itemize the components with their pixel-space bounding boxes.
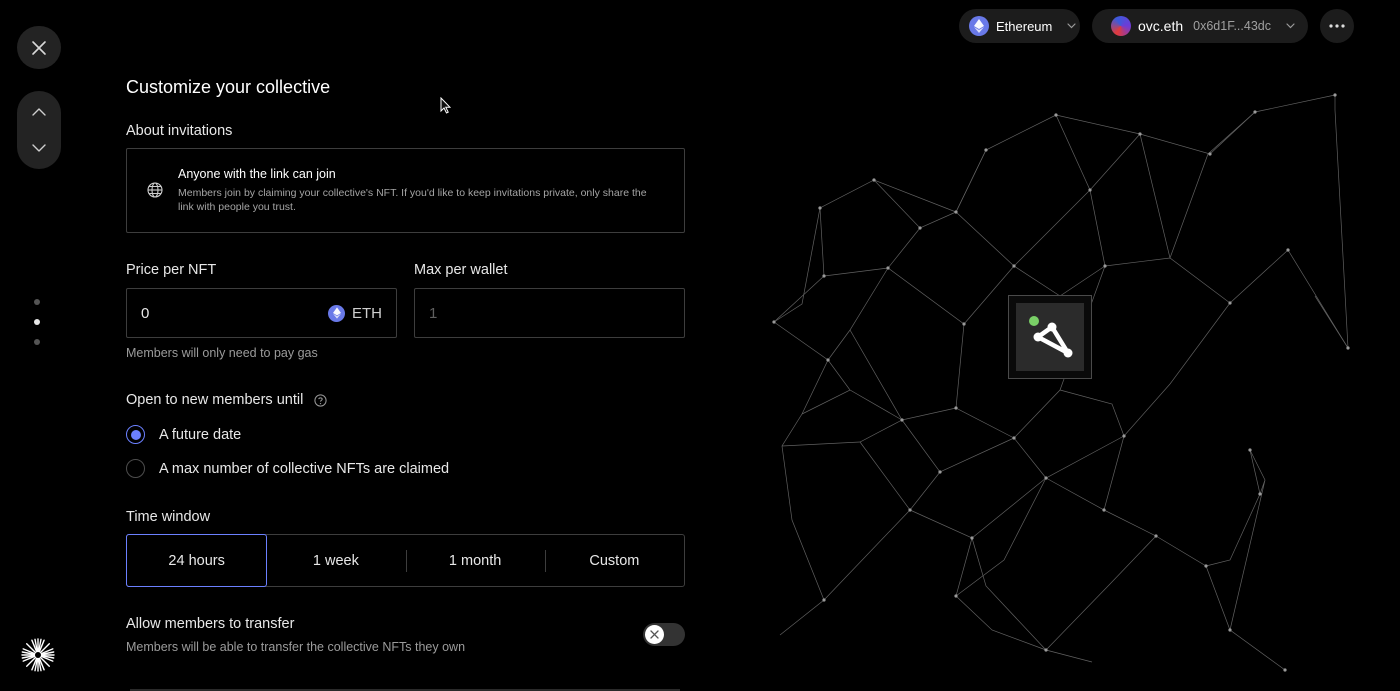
transfer-toggle[interactable] (643, 623, 685, 646)
radio-label: A future date (159, 426, 242, 443)
transfer-description: Members will be able to transfer the col… (126, 640, 466, 654)
step-navigation (17, 91, 61, 169)
radio-label: A max number of collective NFTs are clai… (159, 460, 450, 477)
step-down-button[interactable] (30, 139, 48, 157)
step-indicator (34, 299, 40, 345)
chevron-up-icon (32, 108, 46, 116)
invitation-description: Members join by claiming your collective… (178, 187, 647, 213)
chevron-down-icon (1286, 23, 1295, 29)
collective-logo-mark (1016, 303, 1084, 371)
radio-max-nfts[interactable]: A max number of collective NFTs are clai… (126, 459, 449, 478)
currency-suffix: ETH (328, 304, 382, 322)
network-label: Ethereum (996, 18, 1053, 34)
price-input[interactable]: 0 ETH (126, 288, 397, 338)
avatar (1111, 16, 1131, 36)
invitations-label: About invitations (126, 123, 233, 139)
mouse-cursor-icon (440, 97, 451, 114)
network-illustration (772, 93, 1350, 672)
more-button[interactable] (1320, 9, 1354, 43)
radio-button[interactable] (126, 459, 145, 478)
open-until-label-text: Open to new members until (126, 392, 304, 408)
max-per-wallet-input[interactable]: 1 (414, 288, 685, 338)
account-name: ovc.eth (1138, 18, 1184, 34)
account-address: 0x6d1F...43dc (1193, 19, 1271, 33)
time-window-option-1-month[interactable]: 1 month (405, 535, 545, 586)
time-window-label: Time window (126, 509, 211, 525)
close-button[interactable] (17, 26, 61, 69)
time-window-option-custom[interactable]: Custom (544, 535, 684, 586)
open-until-label: Open to new members until (126, 392, 327, 408)
currency-label: ETH (352, 304, 382, 322)
time-window-option-24-hours[interactable]: 24 hours (126, 534, 268, 587)
transfer-label: Allow members to transfer (126, 616, 295, 632)
help-icon[interactable] (314, 394, 327, 407)
step-dot[interactable] (34, 299, 40, 305)
ethereum-icon (969, 16, 989, 36)
ethereum-icon (328, 304, 345, 322)
account-selector[interactable]: ovc.eth 0x6d1F...43dc (1092, 9, 1308, 43)
price-label: Price per NFT (126, 262, 217, 278)
globe-icon (147, 182, 163, 198)
time-window-selector: 24 hours 1 week 1 month Custom (126, 534, 685, 587)
price-hint: Members will only need to pay gas (126, 346, 318, 360)
radio-button-checked[interactable] (126, 425, 145, 444)
time-window-option-1-week[interactable]: 1 week (266, 535, 405, 586)
step-up-button[interactable] (30, 103, 48, 121)
toggle-knob (645, 625, 664, 644)
step-dot-active[interactable] (34, 319, 40, 325)
close-icon (32, 40, 46, 55)
page-title: Customize your collective (126, 77, 331, 97)
radio-future-date[interactable]: A future date (126, 425, 241, 444)
network-selector[interactable]: Ethereum (959, 9, 1080, 43)
invitation-title: Anyone with the link can join (178, 167, 336, 181)
price-value: 0 (141, 304, 150, 322)
share-network-icon (1029, 316, 1073, 358)
more-horizontal-icon (1329, 24, 1345, 28)
starburst-logo-icon[interactable] (21, 638, 55, 672)
max-per-wallet-placeholder: 1 (429, 304, 438, 322)
step-dot[interactable] (34, 339, 40, 345)
collective-logo (1008, 295, 1092, 379)
max-per-wallet-label: Max per wallet (414, 262, 508, 278)
invitation-info-card: Anyone with the link can join Members jo… (126, 148, 685, 233)
close-icon (650, 630, 659, 639)
chevron-down-icon (1067, 23, 1076, 29)
chevron-down-icon (32, 144, 46, 152)
